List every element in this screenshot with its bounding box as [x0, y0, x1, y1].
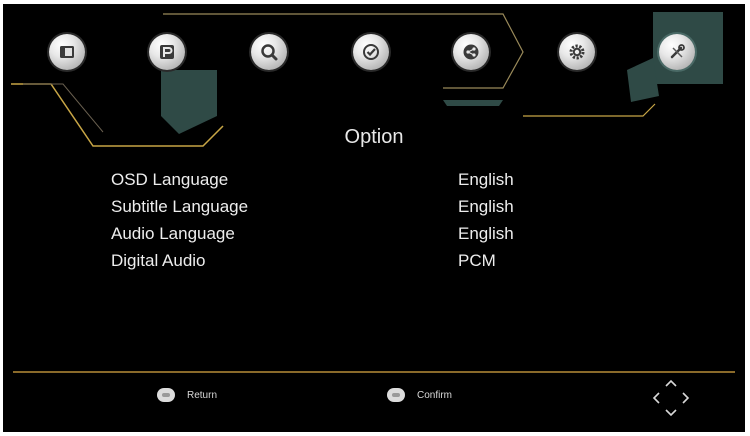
confirm-label: Confirm [417, 389, 453, 401]
ok-key-icon [387, 388, 405, 402]
footer-hint-confirm[interactable]: Confirm [387, 388, 452, 402]
search-icon [261, 44, 278, 61]
option-value: English [458, 224, 514, 243]
return-key-icon [157, 388, 175, 402]
return-label: Return [187, 389, 218, 401]
navigation-arrows-icon [652, 379, 690, 417]
gear-icon [569, 44, 585, 60]
option-value: English [458, 170, 514, 189]
share-nodes-icon [463, 44, 479, 60]
tv-menu-screen: Option OSD Language English Subtitle Lan… [3, 4, 745, 432]
option-label: Digital Audio [111, 251, 206, 270]
clock-check-icon [363, 44, 379, 60]
option-label: Subtitle Language [111, 197, 249, 216]
program-p-icon [160, 45, 174, 59]
option-label: OSD Language [111, 170, 229, 189]
menu-tab-option[interactable] [659, 34, 698, 72]
option-row-subtitle-language[interactable]: Subtitle Language English [111, 197, 551, 223]
picture-icon [60, 46, 74, 58]
menu-tab-search[interactable] [251, 34, 290, 72]
footer-hint-return[interactable]: Return [157, 388, 217, 402]
option-value: English [458, 197, 514, 216]
option-label: Audio Language [111, 224, 235, 243]
menu-tab-network[interactable] [453, 34, 492, 72]
option-row-osd-language[interactable]: OSD Language English [111, 170, 551, 196]
menu-tab-program[interactable] [149, 34, 188, 72]
menu-tab-timer[interactable] [353, 34, 392, 72]
option-value: PCM [458, 251, 496, 270]
tools-icon [670, 44, 685, 59]
menu-tab-picture[interactable] [49, 34, 88, 72]
option-row-digital-audio[interactable]: Digital Audio PCM [111, 251, 551, 277]
option-row-audio-language[interactable]: Audio Language English [111, 224, 551, 250]
menu-tab-settings[interactable] [559, 34, 598, 72]
menu-title: Option [344, 126, 404, 148]
